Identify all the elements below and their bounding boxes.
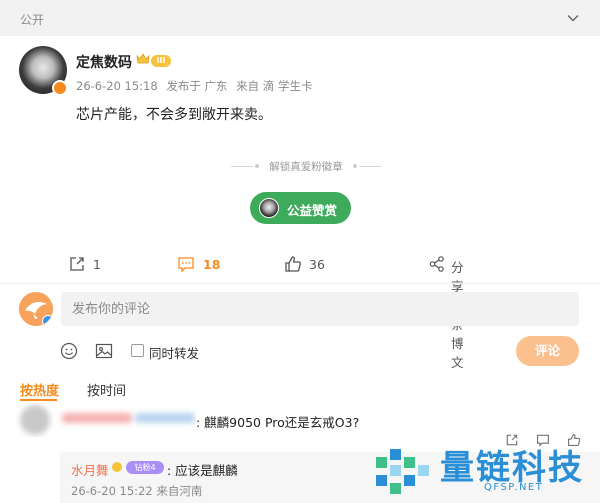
repost-checkbox-label[interactable]: 同时转发: [149, 343, 199, 362]
unlock-text: 解锁真爱粉徽章: [269, 161, 343, 173]
watermark-domain: QFSP.NET: [484, 482, 544, 493]
share-icon: [429, 256, 444, 272]
tip-button[interactable]: 公益赞赏: [250, 192, 351, 224]
active-tab-indicator: [20, 399, 57, 401]
verified-icon: [42, 315, 53, 326]
crown-icon: [136, 53, 150, 64]
author-name[interactable]: 定焦数码: [76, 52, 132, 72]
divider-dot: [255, 164, 259, 168]
reply-author-name[interactable]: 水月舞: [71, 460, 109, 479]
comment-input[interactable]: [61, 292, 579, 326]
blurred-name: [62, 413, 132, 423]
level-badge: III: [151, 55, 171, 67]
divider-line: [231, 166, 253, 167]
divider-dot: [353, 164, 357, 168]
unlock-badge-row: 解锁真爱粉徽章: [231, 158, 381, 174]
blurred-badge: [135, 413, 195, 423]
author-avatar[interactable]: [19, 46, 68, 96]
like-count: 36: [309, 257, 325, 272]
comment-icon: [178, 257, 194, 273]
reply-meta: 26-6-20 15:22 来自河南: [71, 484, 203, 498]
fan-badge: 钻粉4: [126, 461, 164, 474]
comment-text: : 麒麟9050 Pro还是玄戒O3?: [196, 415, 360, 430]
post-time: 26-6-20 15:18: [76, 79, 158, 93]
crown-icon: [112, 462, 122, 472]
emoji-icon[interactable]: [60, 342, 78, 360]
visibility-label: 公开: [20, 13, 45, 27]
post-text: 芯片产能，不会多到敞开来卖。: [76, 107, 272, 123]
post-location: 发布于 广东: [166, 79, 228, 93]
thumbs-up-icon: [285, 256, 301, 272]
image-icon[interactable]: [95, 342, 113, 360]
verified-icon: [52, 80, 68, 96]
repost-checkbox[interactable]: [131, 344, 144, 357]
tip-button-label: 公益赞赏: [287, 203, 338, 218]
tab-sort-hot[interactable]: 按热度: [20, 380, 59, 399]
repost-icon: [70, 257, 84, 271]
tip-avatar: [259, 198, 279, 218]
chevron-down-icon[interactable]: [566, 11, 580, 25]
divider: [0, 283, 600, 284]
comment-count: 18: [203, 257, 221, 272]
repost-count: 1: [93, 257, 101, 272]
tab-sort-time[interactable]: 按时间: [87, 380, 126, 399]
submit-comment-button[interactable]: 评论: [516, 336, 579, 366]
divider-line: [359, 166, 381, 167]
reply-text: : 应该是麒麟: [167, 463, 238, 478]
post-meta: 26-6-20 15:18 发布于 广东 来自 滴 学生卡: [76, 78, 317, 94]
blurred-commenter: [0, 403, 196, 437]
watermark-logo-icon: [376, 449, 429, 494]
post-source[interactable]: 来自 滴 学生卡: [236, 79, 312, 93]
blurred-avatar: [20, 405, 50, 435]
user-avatar[interactable]: [19, 292, 53, 326]
visibility-bar: 公开: [0, 0, 600, 36]
action-bar: 1 18 36 分享这条博文: [0, 250, 600, 370]
